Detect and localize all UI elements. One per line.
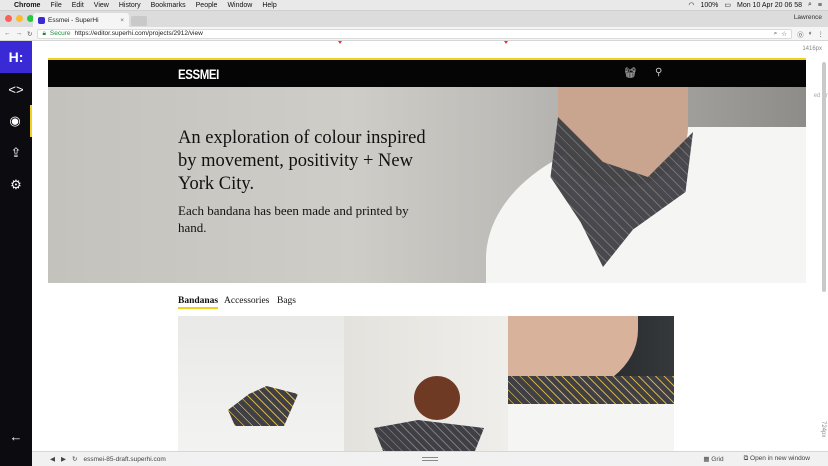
chrome-menu-icon[interactable]: ⋮ — [818, 30, 825, 38]
forward-icon[interactable]: → — [16, 30, 23, 37]
menu-help[interactable]: Help — [262, 2, 276, 9]
hero-banner: An exploration of colour inspired by mov… — [48, 87, 806, 283]
preview-stage: 1416px ed Pr 724px ESSMEI 🧺︎ ⚲ An explor… — [32, 41, 828, 451]
height-readout: 724px — [820, 421, 826, 438]
hero-subtitle: Each bandana has been made and printed b… — [178, 203, 409, 235]
address-toolbar: ← → ↻ 🔒︎ Secure https://editor.superhi.c… — [0, 27, 828, 41]
menu-view[interactable]: View — [94, 2, 109, 9]
share-upload-icon[interactable]: ⇪ — [0, 137, 32, 169]
open-new-window-label: Open in new window — [750, 455, 810, 462]
preview-forward-icon[interactable]: ▶ — [61, 455, 66, 463]
back-icon[interactable]: ← — [4, 30, 11, 37]
superhi-favicon-icon — [38, 16, 45, 24]
product-image-pocket-square[interactable] — [178, 316, 344, 451]
extension-icon[interactable]: ⓪ — [797, 29, 804, 39]
basket-icon[interactable]: 🧺︎ — [624, 68, 637, 79]
app-menu: Chrome File Edit View History Bookmarks … — [14, 2, 277, 9]
hair-bandana-shape — [374, 420, 484, 451]
pocket-bandana-shape — [228, 386, 298, 426]
spotlight-icon[interactable]: ⌕ — [808, 1, 812, 9]
back-arrow-icon[interactable]: ← — [0, 420, 32, 452]
menu-chrome[interactable]: Chrome — [14, 2, 40, 9]
open-new-window-button[interactable]: ⧉ Open in new window — [744, 455, 810, 463]
reload-icon[interactable]: ↻ — [27, 30, 32, 38]
site-logo[interactable]: ESSMEI — [178, 66, 219, 82]
category-nav: Bandanas Accessories Bags — [48, 283, 806, 316]
tab-title: Essmei - SuperHi — [48, 16, 99, 24]
zoom-icon[interactable]: ⌕ — [774, 30, 778, 38]
lock-icon: 🔒︎ — [42, 29, 46, 37]
hair-bun-shape — [414, 376, 460, 420]
window-controls — [5, 15, 34, 22]
shirt-shape — [508, 404, 674, 451]
resize-grip-icon[interactable] — [422, 457, 438, 461]
tab-bar: Essmei - SuperHi × Lawrence — [0, 11, 828, 27]
hero-title: An exploration of colour inspired by mov… — [178, 128, 426, 194]
product-image-hair-band[interactable] — [344, 316, 508, 451]
close-window-button[interactable] — [5, 15, 12, 22]
close-tab-icon[interactable]: × — [120, 17, 124, 24]
nav-accessories[interactable]: Accessories — [224, 296, 269, 306]
status-area: ◠ 100% ▭ Mon 10 Apr 20 06 58 ⌕ ≡ — [688, 1, 822, 9]
ruler-marker-left-icon[interactable] — [338, 41, 342, 44]
preview-domain[interactable]: essmei-85-draft.superhi.com — [83, 456, 165, 463]
battery-icon[interactable]: ▭ — [724, 1, 731, 9]
bottom-actions: ▦ Grid ⧉ Open in new window — [703, 455, 810, 463]
editor-sidebar: H: <> ◉ ⇪ ⚙ ← — [0, 41, 32, 466]
url-text[interactable]: https://editor.superhi.com/projects/2912… — [75, 30, 203, 37]
preview-back-icon[interactable]: ◀ — [50, 455, 55, 463]
superhi-logo-icon[interactable]: H: — [0, 41, 32, 73]
site-preview-frame: ESSMEI 🧺︎ ⚲ An exploration of colour ins… — [48, 58, 806, 451]
product-image-neck-scarf[interactable] — [508, 316, 674, 451]
nav-bandanas[interactable]: Bandanas — [178, 296, 219, 309]
bookmark-star-icon[interactable]: ☆ — [781, 30, 787, 38]
product-grid — [178, 316, 674, 451]
wifi-icon[interactable]: ◠ — [688, 1, 694, 9]
search-icon[interactable]: ⚲ — [655, 67, 662, 78]
preview-scrollbar[interactable] — [822, 62, 826, 292]
ruler-marker-right-icon[interactable] — [504, 41, 508, 44]
notification-center-icon[interactable]: ≡ — [818, 2, 822, 9]
resize-ruler: 1416px — [32, 41, 828, 58]
nav-bags[interactable]: Bags — [277, 296, 296, 306]
extension-icon-2[interactable]: ◐ — [809, 30, 813, 37]
menu-edit[interactable]: Edit — [72, 2, 84, 9]
preview-reload-icon[interactable]: ↻ — [72, 455, 77, 463]
minimize-window-button[interactable] — [16, 15, 23, 22]
menu-history[interactable]: History — [119, 2, 141, 9]
settings-gear-icon[interactable]: ⚙ — [0, 169, 32, 201]
menu-window[interactable]: Window — [227, 2, 252, 9]
menu-bookmarks[interactable]: Bookmarks — [151, 2, 186, 9]
site-header: ESSMEI 🧺︎ ⚲ — [48, 60, 806, 87]
width-readout: 1416px — [802, 46, 822, 52]
code-view-icon[interactable]: <> — [0, 73, 32, 105]
menu-file[interactable]: File — [50, 2, 61, 9]
grid-toggle[interactable]: ▦ Grid — [703, 455, 723, 463]
menu-people[interactable]: People — [196, 2, 218, 9]
mac-menu-bar: Chrome File Edit View History Bookmarks … — [0, 0, 828, 11]
profile-name[interactable]: Lawrence — [794, 14, 822, 21]
neck-bandana-shape — [508, 376, 674, 406]
grid-label: Grid — [711, 456, 724, 463]
new-tab-button[interactable] — [131, 16, 147, 26]
omnibox[interactable]: 🔒︎ Secure https://editor.superhi.com/pro… — [37, 28, 793, 39]
browser-tab[interactable]: Essmei - SuperHi × — [33, 13, 129, 27]
secure-label: Secure — [49, 30, 71, 37]
clock[interactable]: Mon 10 Apr 20 06 58 — [737, 2, 802, 9]
preview-eye-icon[interactable]: ◉ — [0, 105, 32, 137]
battery-percent[interactable]: 100% — [700, 2, 718, 9]
preview-bottom-bar: ◀ ▶ ↻ essmei-85-draft.superhi.com ▦ Grid… — [32, 451, 828, 466]
